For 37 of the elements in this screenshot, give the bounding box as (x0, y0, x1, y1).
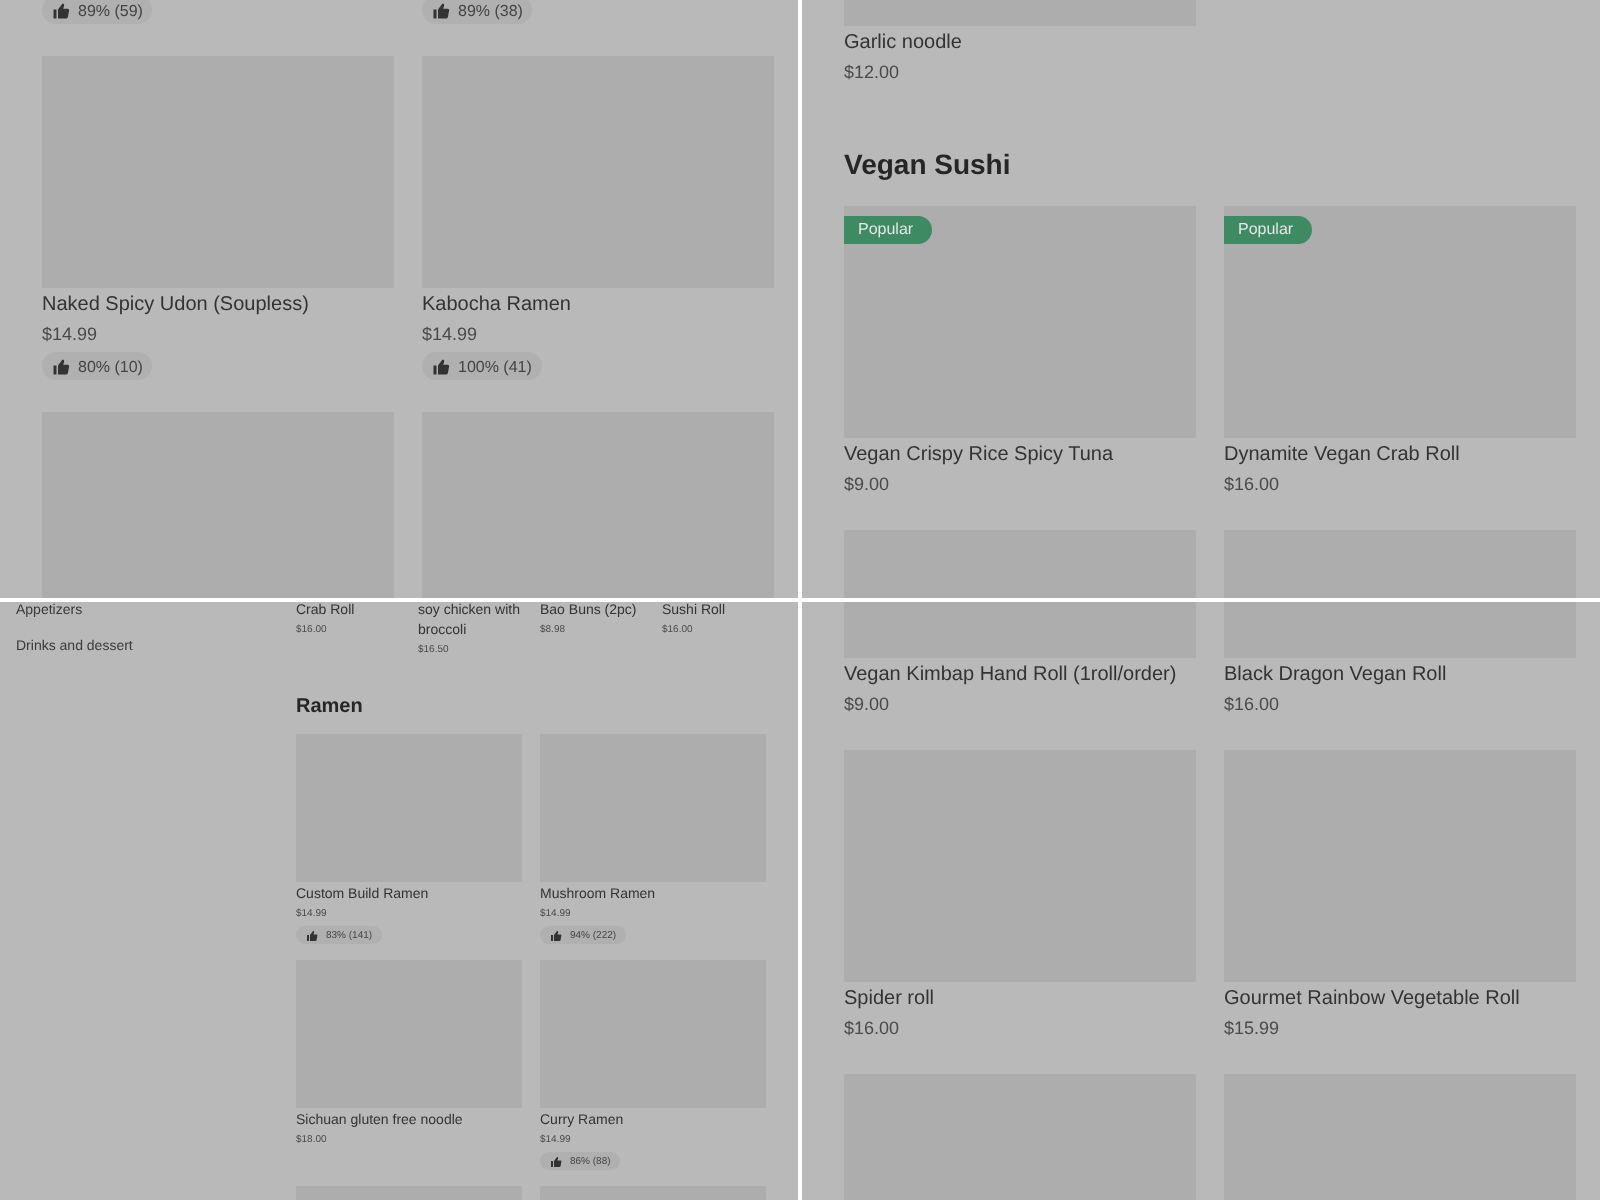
thumbs-up-icon (432, 357, 450, 375)
rating-pill: 89% (38) (422, 0, 533, 24)
dish-name: Gourmet Rainbow Vegetable Roll (1224, 986, 1520, 1014)
dish-price: $16.00 (1224, 472, 1280, 498)
thumbs-up-icon (432, 1, 450, 19)
dish-name: Black Dragon Vegan Roll (1224, 662, 1447, 690)
rating-pill: 100% (41) (422, 352, 542, 380)
dish-price: $14.99 (42, 322, 98, 348)
dish-name: Dynamite Vegan Crab Roll (1224, 442, 1460, 470)
dish-name: Spider roll (844, 986, 935, 1014)
food-image[interactable]: Popular (1224, 206, 1576, 438)
dish-price: $9.00 (844, 692, 890, 718)
thumbs-up-icon (550, 1155, 562, 1167)
dish-name: Kabocha Ramen (422, 292, 571, 320)
thumbs-up-icon (306, 929, 318, 941)
dish-price: $9.00 (844, 472, 890, 498)
rating-pill: 80% (10) (42, 352, 153, 380)
thumbs-up-icon (52, 1, 70, 19)
section-heading: Ramen (296, 694, 363, 722)
rating-pill: 89% (59) (42, 0, 153, 24)
food-image[interactable] (42, 412, 394, 598)
food-image[interactable]: Popular (844, 206, 1196, 438)
dish-name: Naked Spicy Udon (Soupless) (42, 292, 309, 320)
popular-badge: Popular (844, 216, 932, 244)
dish-name: Vegan Crispy Rice Spicy Tuna (844, 442, 1114, 470)
dish-price: $12.00 (844, 60, 900, 86)
thumbs-up-icon (52, 357, 70, 375)
dish-price: $16.00 (844, 1016, 900, 1042)
dish-name: Garlic noodle (844, 30, 962, 58)
section-heading: Vegan Sushi (844, 146, 1011, 182)
dish-price: $15.99 (1224, 1016, 1280, 1042)
food-image[interactable] (422, 412, 774, 598)
thumbs-up-icon (550, 929, 562, 941)
dish-name: Vegan Kimbap Hand Roll (1roll/order) (844, 662, 1177, 690)
dish-price: $14.99 (422, 322, 478, 348)
popular-badge: Popular (1224, 216, 1312, 244)
dish-price: $16.00 (1224, 692, 1280, 718)
